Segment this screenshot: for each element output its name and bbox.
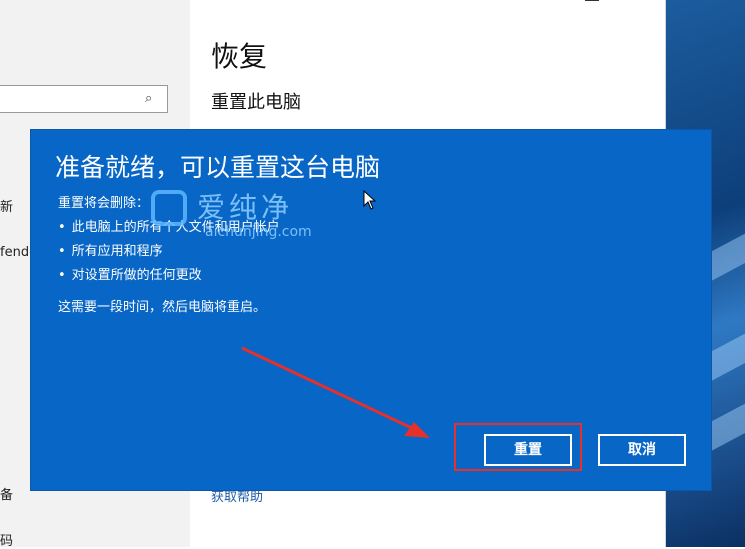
watermark-url: aichunjing.com <box>205 224 312 240</box>
mouse-cursor-icon <box>363 190 377 210</box>
list-item: 对设置所做的任何更改 <box>58 264 280 288</box>
page-title: 恢复 <box>211 40 268 73</box>
cancel-button[interactable]: 取消 <box>598 434 686 466</box>
section-title: 重置此电脑 <box>211 92 301 113</box>
watermark-logo-icon <box>151 190 187 226</box>
reset-dialog: 准备就绪，可以重置这台电脑 重置将会删除： 此电脑上的所有个人文件和用户帐户 所… <box>31 130 711 490</box>
search-icon: ⌕ <box>145 91 153 106</box>
dialog-note: 这需要一段时间，然后电脑将重启。 <box>58 300 267 315</box>
sidebar-item[interactable]: 新 <box>0 196 13 215</box>
minimize-button[interactable] <box>585 0 599 1</box>
search-input[interactable]: ⌕ <box>0 85 168 113</box>
watermark-name: 爱纯净 <box>197 191 294 224</box>
sidebar-item[interactable]: 码 <box>0 530 13 549</box>
watermark: 爱纯净 aichunjing.com <box>149 188 389 248</box>
dialog-title: 准备就绪，可以重置这台电脑 <box>55 153 381 182</box>
sidebar-item[interactable]: 备 <box>0 484 13 503</box>
reset-button[interactable]: 重置 <box>484 434 572 466</box>
